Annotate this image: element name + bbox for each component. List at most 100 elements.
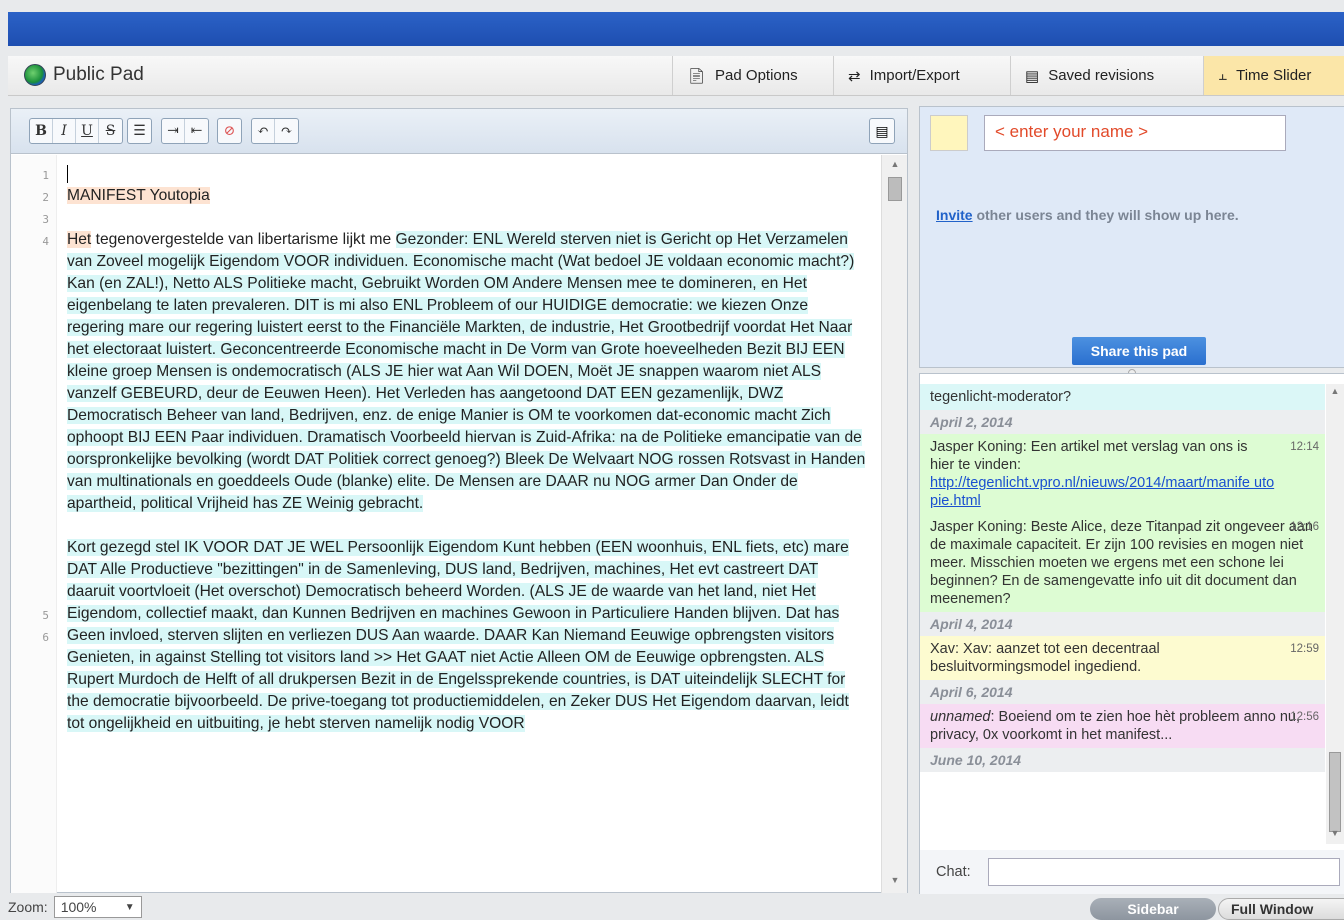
- chat-date: April 4, 2014: [920, 612, 1325, 636]
- dropdown-arrow-icon: ▼: [124, 901, 135, 913]
- line-6: Kort gezegd stel IK VOOR DAT JE WEL Pers…: [67, 537, 867, 735]
- share-pad-button[interactable]: Share this pad: [1072, 337, 1206, 365]
- chat-message: tegenlicht-moderator?: [920, 384, 1325, 410]
- para6-text: Kort gezegd stel IK VOOR DAT JE WEL Pers…: [67, 539, 849, 732]
- invite-link[interactable]: Invite: [936, 207, 973, 223]
- chat-message-text: Xav: Xav: aanzet tot een decentraal besl…: [930, 641, 1160, 675]
- name-input[interactable]: < enter your name >: [984, 115, 1286, 151]
- editor-panel: B I U S ☰ ⇥ ⇤ ⊘ ↶ ↷ ▤ 1 2 3 4 5 6 MANIFE…: [10, 108, 908, 893]
- bullet-list-icon[interactable]: ☰: [128, 119, 151, 143]
- format-group: B I U S: [29, 118, 123, 144]
- underline-button[interactable]: U: [76, 119, 99, 143]
- line-number: 4: [42, 235, 49, 248]
- para4-text-a: Het: [67, 231, 92, 248]
- chat-input-area: Chat:: [920, 850, 1344, 894]
- pad-options-button[interactable]: 📄︎ Pad Options: [672, 56, 833, 95]
- list-group: ☰: [127, 118, 152, 144]
- chat-input[interactable]: [988, 858, 1340, 886]
- user-color-swatch[interactable]: [930, 115, 968, 151]
- chat-message: 12:56 unnamed: Boeiend om te zien hoe hè…: [920, 704, 1325, 748]
- chat-date: April 6, 2014: [920, 680, 1325, 704]
- para4-text-c: Gezonder: ENL Wereld sterven niet is Ger…: [67, 231, 866, 512]
- chat-messages: tegenlicht-moderator? April 2, 2014 12:1…: [920, 384, 1325, 844]
- invite-description: other users and they will show up here.: [972, 207, 1239, 223]
- sidebar-button[interactable]: Sidebar: [1090, 898, 1216, 920]
- chat-date: April 2, 2014: [920, 410, 1325, 434]
- line-5: [67, 515, 867, 537]
- history-group: ↶ ↷: [251, 118, 299, 144]
- document-icon: 📄︎: [687, 67, 707, 85]
- chat-time: 12:56: [1290, 711, 1319, 723]
- save-revision-icon[interactable]: ▤: [869, 118, 895, 144]
- italic-button[interactable]: I: [53, 119, 76, 143]
- import-export-button[interactable]: ⇄ Import/Export: [833, 56, 1010, 95]
- line-number: 6: [42, 631, 49, 644]
- chat-message: 12:59 Xav: Xav: aanzet tot een decentraa…: [920, 636, 1325, 680]
- pad-text-area[interactable]: 1 2 3 4 5 6 MANIFEST Youtopia Het tegeno…: [11, 155, 881, 893]
- time-slider-button[interactable]: ⫠ Time Slider: [1203, 56, 1344, 95]
- indent-group: ⇥ ⇤: [161, 118, 209, 144]
- color-group: ⊘: [217, 118, 242, 144]
- chat-scroll-thumb[interactable]: [1329, 752, 1341, 832]
- title-text-a: MANIFEST: [67, 187, 150, 204]
- chat-message: 12:14 Jasper Koning: Een artikel met ver…: [920, 434, 1325, 514]
- chat-message: 12:16 Jasper Koning: Beste Alice, deze T…: [920, 514, 1325, 612]
- zoom-label: Zoom:: [8, 899, 48, 915]
- para4-text-b: tegenovergestelde van libertarisme lijkt…: [91, 231, 396, 248]
- redo-icon[interactable]: ↷: [275, 119, 298, 143]
- import-export-label: Import/Export: [869, 67, 960, 84]
- line-2: MANIFEST Youtopia: [67, 185, 867, 207]
- scroll-down-arrow-icon[interactable]: ▼: [882, 875, 908, 891]
- outdent-icon[interactable]: ⇤: [185, 119, 208, 143]
- time-slider-label: Time Slider: [1236, 67, 1312, 84]
- pad-options-label: Pad Options: [715, 67, 798, 84]
- indent-icon[interactable]: ⇥: [162, 119, 185, 143]
- line-3: [67, 207, 867, 229]
- line-1: [67, 163, 867, 185]
- undo-icon[interactable]: ↶: [252, 119, 275, 143]
- chat-time: 12:59: [1290, 643, 1319, 655]
- line-number: 1: [42, 169, 49, 182]
- pad-title-text: Public Pad: [53, 64, 144, 85]
- chat-time: 12:14: [1290, 441, 1319, 453]
- invite-text: Invite other users and they will show up…: [936, 207, 1239, 223]
- pad-header: Public Pad 📄︎ Pad Options ⇄ Import/Expor…: [8, 56, 1344, 96]
- zoom-value: 100%: [60, 899, 97, 915]
- swap-arrows-icon: ⇄: [848, 67, 861, 85]
- zoom-select[interactable]: 100% ▼: [53, 896, 142, 918]
- line-number: 2: [42, 191, 49, 204]
- scroll-up-arrow-icon[interactable]: ▲: [882, 159, 908, 175]
- editor-scrollbar[interactable]: ▲ ▼: [881, 155, 907, 893]
- editor-scroll-thumb[interactable]: [888, 177, 902, 201]
- scroll-up-arrow-icon[interactable]: ▲: [1326, 386, 1344, 402]
- title-text-b: Youtopia: [149, 187, 210, 204]
- scroll-down-arrow-icon[interactable]: ▼: [1326, 828, 1344, 844]
- users-panel: < enter your name > Invite other users a…: [919, 106, 1344, 368]
- strikethrough-button[interactable]: S: [99, 119, 122, 143]
- pad-title: Public Pad: [24, 64, 144, 86]
- editor-toolbar: B I U S ☰ ⇥ ⇤ ⊘ ↶ ↷ ▤: [11, 109, 907, 154]
- line-4: Het tegenovergestelde van libertarisme l…: [67, 229, 867, 515]
- line-number: 5: [42, 609, 49, 622]
- chat-time: 12:16: [1290, 521, 1319, 533]
- chat-date: June 10, 2014: [920, 748, 1325, 772]
- pad-content: MANIFEST Youtopia Het tegenovergestelde …: [67, 163, 867, 735]
- globe-icon: [24, 64, 46, 86]
- zoom-bar: Zoom: 100% ▼: [0, 894, 920, 920]
- saved-revisions-button[interactable]: ▤ Saved revisions: [1010, 56, 1203, 95]
- chat-link[interactable]: http://tegenlicht.vpro.nl/nieuws/2014/ma…: [930, 475, 1274, 509]
- full-window-button[interactable]: Full Window: [1218, 898, 1344, 920]
- clear-authorship-icon[interactable]: ⊘: [218, 119, 241, 143]
- bold-button[interactable]: B: [30, 119, 53, 143]
- save-icon: ▤: [1025, 67, 1040, 85]
- top-banner: [8, 12, 1344, 46]
- chat-panel: tegenlicht-moderator? April 2, 2014 12:1…: [919, 373, 1344, 894]
- chat-message-text: tegenlicht-moderator?: [930, 389, 1072, 405]
- chat-message-text: Jasper Koning: Beste Alice, deze Titanpa…: [930, 519, 1313, 607]
- text-caret: [67, 164, 68, 183]
- line-number-gutter: 1 2 3 4 5 6: [11, 155, 57, 893]
- saved-revisions-label: Saved revisions: [1048, 67, 1155, 84]
- chat-scrollbar[interactable]: ▲ ▼: [1326, 384, 1344, 844]
- chat-label: Chat:: [936, 864, 971, 880]
- time-slider-icon: ⫠: [1218, 67, 1228, 84]
